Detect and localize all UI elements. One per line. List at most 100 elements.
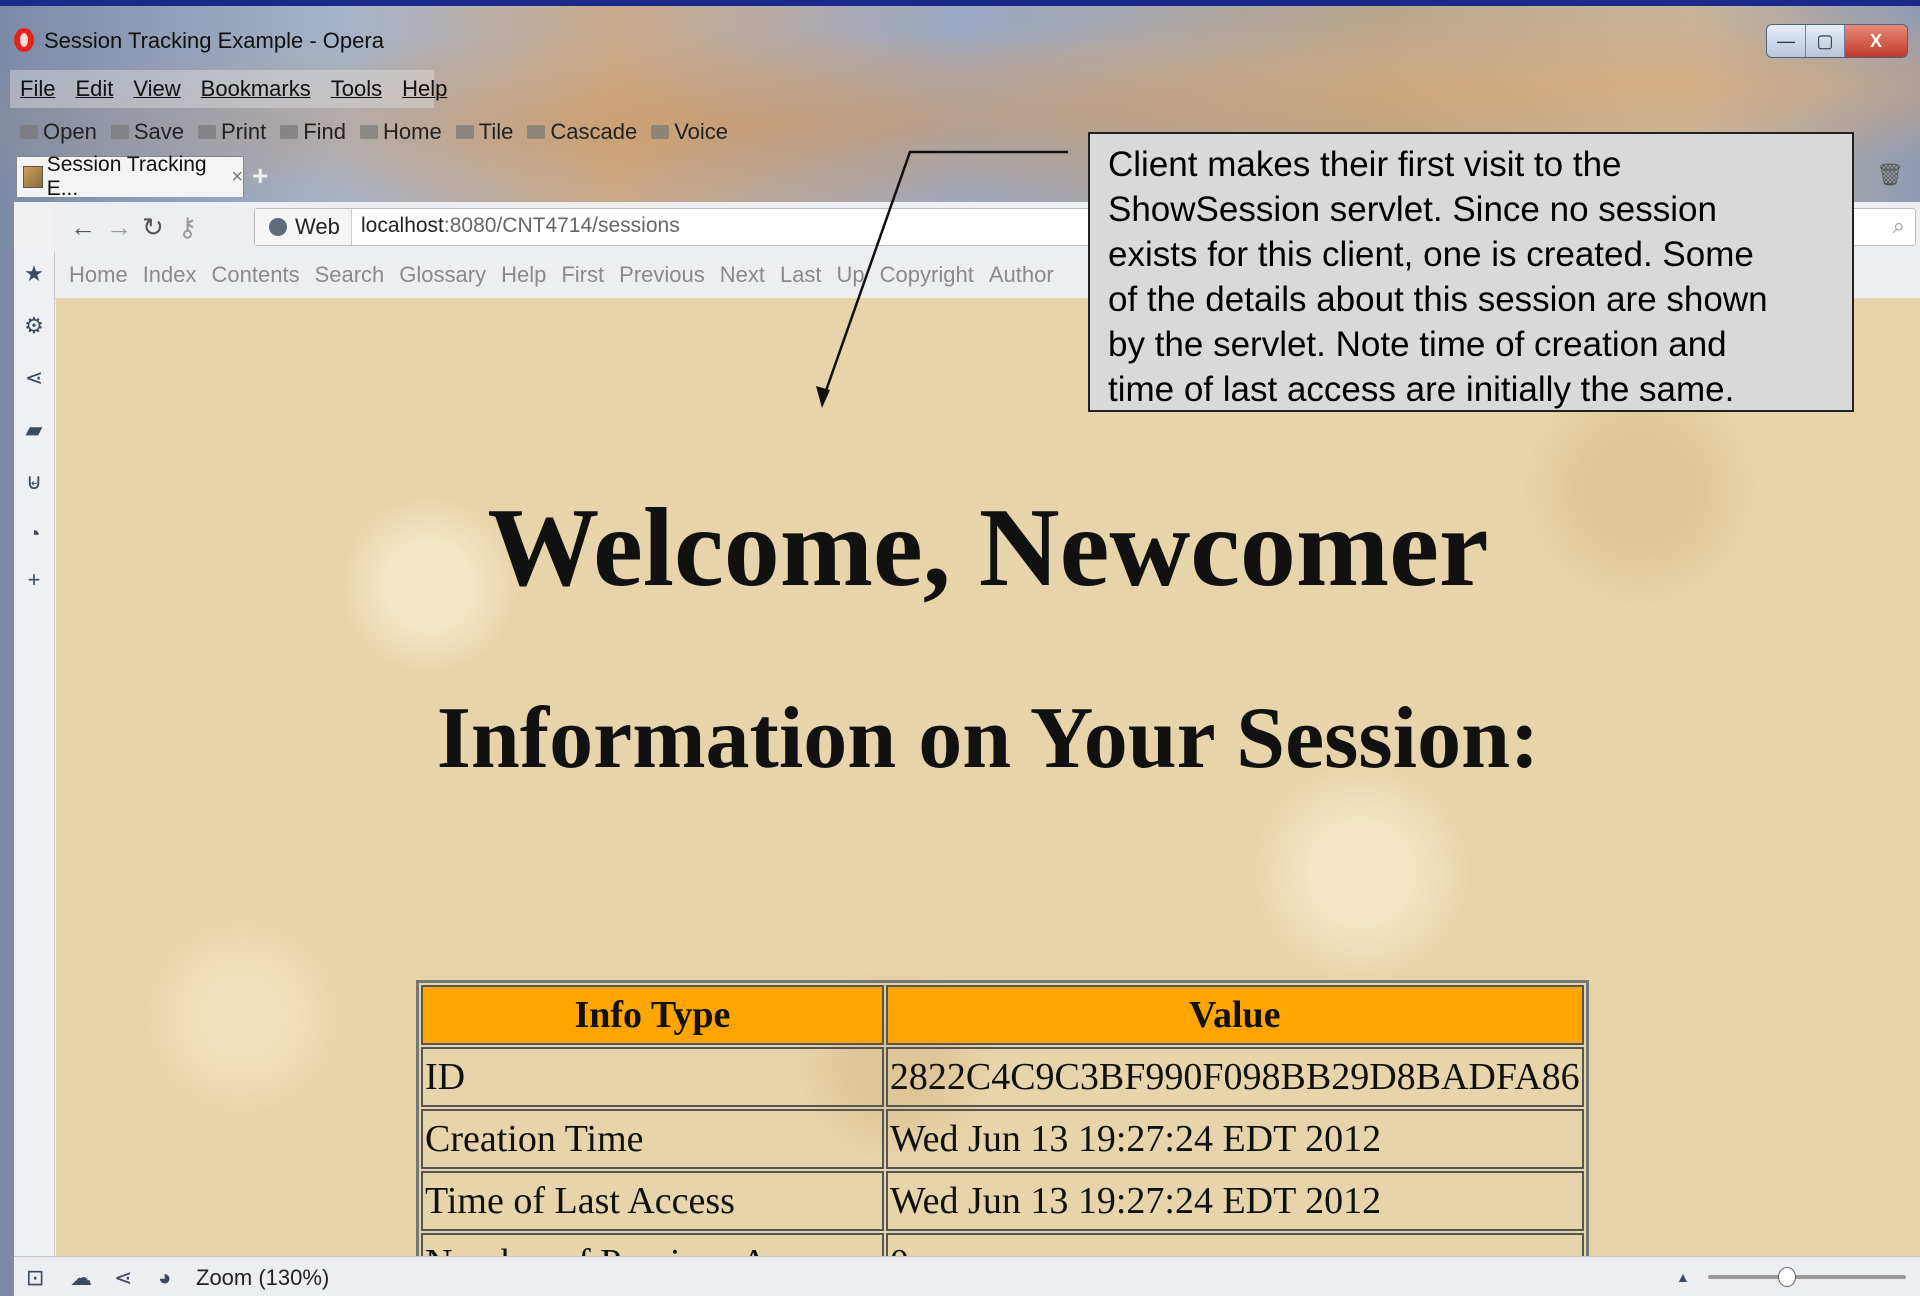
callout-line: exists for this client, one is created. …	[1108, 235, 1754, 274]
downloads-icon[interactable]: ⊌	[22, 470, 46, 494]
link-previous[interactable]: Previous	[619, 262, 705, 288]
tile-icon	[455, 125, 474, 139]
value-cell: Wed Jun 13 19:27:24 EDT 2012	[885, 1171, 1584, 1231]
printer-icon	[197, 125, 216, 139]
link-search[interactable]: Search	[315, 262, 385, 288]
link-copyright[interactable]: Copyright	[880, 262, 974, 288]
cascade-button[interactable]: Cascade	[527, 119, 637, 145]
panel-toggle-icon[interactable]: ⊡	[26, 1265, 44, 1291]
page-favicon-icon	[23, 166, 43, 188]
share-icon[interactable]: ⋖	[22, 366, 46, 390]
reload-icon[interactable]: ↻	[142, 212, 164, 243]
add-panel-icon[interactable]: +	[22, 568, 46, 592]
bookmarks-star-icon[interactable]: ★	[22, 262, 46, 286]
callout-line: time of last access are initially the sa…	[1108, 370, 1735, 409]
unite-icon[interactable]: ⋖	[114, 1265, 132, 1291]
session-info-table: Info Type Value ID 2822C4C9C3BF990F098BB…	[416, 980, 1589, 1256]
menu-file[interactable]: File	[20, 76, 55, 102]
minimize-button[interactable]: —	[1767, 25, 1806, 57]
link-next[interactable]: Next	[720, 262, 765, 288]
menu-edit[interactable]: Edit	[75, 76, 113, 102]
search-icon[interactable]: ⌕	[1893, 213, 1905, 239]
tab-session-tracking[interactable]: Session Tracking E... ×	[16, 153, 244, 200]
home-button[interactable]: Home	[360, 119, 442, 145]
history-clock-icon[interactable]: ◔	[22, 522, 46, 546]
link-index[interactable]: Index	[143, 262, 197, 288]
home-icon	[360, 125, 379, 139]
tab-label: Session Tracking E...	[46, 153, 207, 200]
toolbar: Open Save Print Find Home Tile Cascade V…	[20, 114, 742, 150]
speed-dial-icon[interactable]: ◕	[158, 1265, 171, 1291]
title-bar[interactable]: Session Tracking Example - Opera — ▢ X	[0, 20, 1920, 60]
callout-line: ShowSession servlet. Since no session	[1108, 190, 1717, 229]
status-bar: ⊡ ☁ ⋖ ◕ Zoom (130%) ▲	[14, 1256, 1920, 1296]
menu-bookmarks[interactable]: Bookmarks	[201, 76, 311, 102]
link-home[interactable]: Home	[69, 262, 128, 288]
print-button[interactable]: Print	[197, 119, 266, 145]
magnifier-icon	[280, 125, 299, 139]
table-row: ID 2822C4C9C3BF990F098BB29D8BADFA86	[421, 1047, 1584, 1107]
callout-line: by the servlet. Note time of creation an…	[1108, 325, 1727, 364]
table-row: Creation Time Wed Jun 13 19:27:24 EDT 20…	[421, 1109, 1584, 1169]
value-cell: 0	[885, 1233, 1584, 1256]
info-type-cell: Time of Last Access	[421, 1171, 884, 1231]
tab-close-icon[interactable]: ×	[231, 166, 243, 189]
info-type-cell: Number of Previous Accesses	[421, 1233, 884, 1256]
info-type-cell: ID	[421, 1047, 884, 1107]
microphone-icon	[651, 125, 670, 139]
window-controls: — ▢ X	[1766, 24, 1908, 58]
window-title: Session Tracking Example - Opera	[44, 28, 384, 53]
page-subheading: Information on Your Session:	[436, 690, 1540, 787]
callout-line: of the details about this session are sh…	[1108, 280, 1768, 319]
disk-icon	[110, 125, 129, 139]
menu-tools[interactable]: Tools	[331, 76, 382, 102]
web-badge[interactable]: Web	[255, 209, 352, 245]
zoom-level: Zoom (130%)	[196, 1265, 330, 1290]
menu-view[interactable]: View	[133, 76, 180, 102]
trash-icon[interactable]: 🗑	[1876, 162, 1904, 188]
link-last[interactable]: Last	[780, 262, 822, 288]
annotation-callout: Client makes their first visit to the Sh…	[1088, 132, 1854, 412]
value-cell: 2822C4C9C3BF990F098BB29D8BADFA86	[885, 1047, 1584, 1107]
page-heading: Welcome, Newcomer	[487, 486, 1489, 610]
voice-button[interactable]: Voice	[651, 119, 728, 145]
zoom-slider[interactable]	[1708, 1267, 1906, 1287]
link-contents[interactable]: Contents	[212, 262, 300, 288]
web-label: Web	[295, 214, 340, 239]
link-author[interactable]: Author	[989, 262, 1054, 288]
notes-icon[interactable]: ▰	[22, 418, 46, 442]
value-cell: Wed Jun 13 19:27:24 EDT 2012	[885, 1109, 1584, 1169]
find-button[interactable]: Find	[280, 119, 346, 145]
settings-gear-icon[interactable]: ⚙	[22, 314, 46, 338]
close-button[interactable]: X	[1845, 25, 1907, 57]
cascade-icon	[527, 125, 546, 139]
table-row: Number of Previous Accesses 0	[421, 1233, 1584, 1256]
zoom-up-arrow-icon[interactable]: ▲	[1676, 1269, 1690, 1285]
open-button[interactable]: Open	[20, 119, 97, 145]
link-help[interactable]: Help	[501, 262, 546, 288]
opera-logo-icon	[14, 28, 34, 52]
forward-arrow-icon[interactable]: →	[106, 212, 132, 243]
key-icon[interactable]: ⚷	[178, 212, 197, 243]
sidebar-panel: ★ ⚙ ⋖ ▰ ⊌ ◔ +	[14, 252, 55, 1256]
link-up[interactable]: Up	[837, 262, 865, 288]
folder-icon	[20, 125, 38, 139]
link-glossary[interactable]: Glossary	[399, 262, 486, 288]
globe-icon	[269, 218, 287, 236]
zoom-slider-handle[interactable]	[1778, 1267, 1796, 1287]
column-header-info-type: Info Type	[421, 985, 884, 1045]
menu-help[interactable]: Help	[402, 76, 447, 102]
cloud-icon[interactable]: ☁	[70, 1265, 92, 1291]
web-page: Welcome, Newcomer Information on Your Se…	[56, 298, 1920, 1256]
table-row: Time of Last Access Wed Jun 13 19:27:24 …	[421, 1171, 1584, 1231]
column-header-value: Value	[885, 985, 1584, 1045]
link-first[interactable]: First	[561, 262, 604, 288]
back-arrow-icon[interactable]: ←	[70, 212, 96, 243]
tile-button[interactable]: Tile	[455, 119, 513, 145]
table-header-row: Info Type Value	[421, 985, 1584, 1045]
save-button[interactable]: Save	[110, 119, 184, 145]
new-tab-icon[interactable]: +	[252, 160, 268, 192]
menu-bar: File Edit View Bookmarks Tools Help	[10, 70, 447, 108]
opera-window: Session Tracking Example - Opera — ▢ X F…	[0, 6, 1920, 1296]
maximize-button[interactable]: ▢	[1806, 25, 1845, 57]
